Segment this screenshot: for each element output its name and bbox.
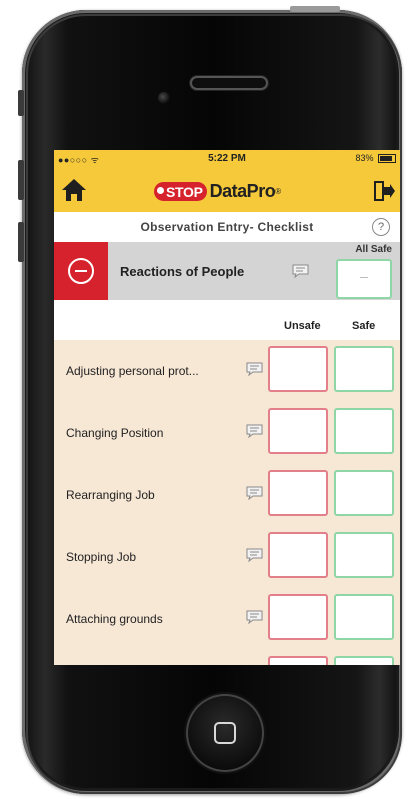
checklist-row: Rearranging Job (54, 464, 400, 527)
app-header: STOP DataPro ® (54, 168, 400, 212)
page-title-bar: Observation Entry- Checklist ? (54, 212, 400, 243)
unsafe-checkbox[interactable] (268, 470, 328, 516)
home-icon[interactable] (60, 176, 88, 204)
earpiece-speaker (190, 76, 268, 90)
safe-checkbox[interactable] (334, 532, 394, 578)
safe-column-header: Safe (352, 320, 376, 332)
safe-checkbox[interactable] (334, 470, 394, 516)
checklist-row: Attaching grounds (54, 588, 400, 651)
battery-icon (378, 154, 396, 164)
checklist-item-label: Attaching grounds (66, 612, 163, 626)
logo-name: DataPro (209, 180, 276, 201)
front-camera (158, 92, 170, 104)
column-headers: Unsafe Safe (54, 300, 400, 340)
help-icon[interactable]: ? (372, 218, 390, 236)
status-time: 5:22 PM (208, 153, 246, 164)
unsafe-checkbox[interactable] (268, 346, 328, 392)
unsafe-checkbox[interactable] (268, 408, 328, 454)
section-title: Reactions of People (120, 264, 245, 279)
checklist-row (54, 650, 400, 665)
section-comment-icon[interactable] (292, 264, 309, 278)
power-button (290, 6, 340, 12)
unsafe-column-header: Unsafe (284, 320, 321, 332)
logo-stop-mark: STOP (154, 181, 207, 201)
battery-status: 83% (355, 153, 396, 164)
logout-icon[interactable] (372, 178, 396, 204)
home-square-icon (214, 722, 236, 744)
page-title: Observation Entry- Checklist (140, 220, 314, 234)
safe-checkbox[interactable] (334, 594, 394, 640)
checklist-item-label: Adjusting personal prot... (66, 364, 199, 378)
safe-checkbox[interactable] (334, 656, 394, 665)
stop-datapro-logo: STOP DataPro ® (154, 178, 281, 204)
comment-icon[interactable] (246, 424, 263, 438)
checklist-item-label: Rearranging Job (66, 488, 155, 502)
unsafe-checkbox[interactable] (268, 656, 328, 665)
comment-icon[interactable] (246, 548, 263, 562)
logo-registered-mark: ® (275, 186, 282, 196)
volume-up-button (18, 160, 24, 200)
all-safe-checkbox[interactable] (336, 259, 392, 299)
checklist-item-label: Stopping Job (66, 550, 137, 564)
app-screen: ●●○○○ ᯤ 5:22 PM 83% STOP DataPro ® Obser… (54, 150, 400, 665)
battery-percent: 83% (355, 153, 374, 163)
comment-icon[interactable] (246, 486, 263, 500)
unsafe-checkbox[interactable] (268, 532, 328, 578)
all-safe-label: All Safe (355, 244, 392, 255)
collapse-section-button[interactable] (54, 242, 108, 300)
comment-icon[interactable] (246, 362, 263, 376)
checklist-item-label: Changing Position (66, 426, 164, 440)
status-bar: ●●○○○ ᯤ 5:22 PM 83% (54, 150, 400, 168)
section-header: Reactions of People All Safe (54, 242, 400, 300)
safe-checkbox[interactable] (334, 346, 394, 392)
checklist-row: Adjusting personal prot... (54, 340, 400, 403)
unsafe-checkbox[interactable] (268, 594, 328, 640)
checklist-row: Stopping Job (54, 526, 400, 589)
minus-circle-icon (68, 258, 94, 284)
comment-icon[interactable] (246, 610, 263, 624)
home-button[interactable] (186, 694, 264, 772)
checklist-row: Changing Position (54, 402, 400, 465)
safe-checkbox[interactable] (334, 408, 394, 454)
mute-switch (18, 90, 24, 116)
all-safe-dash (360, 277, 368, 278)
volume-down-button (18, 222, 24, 262)
